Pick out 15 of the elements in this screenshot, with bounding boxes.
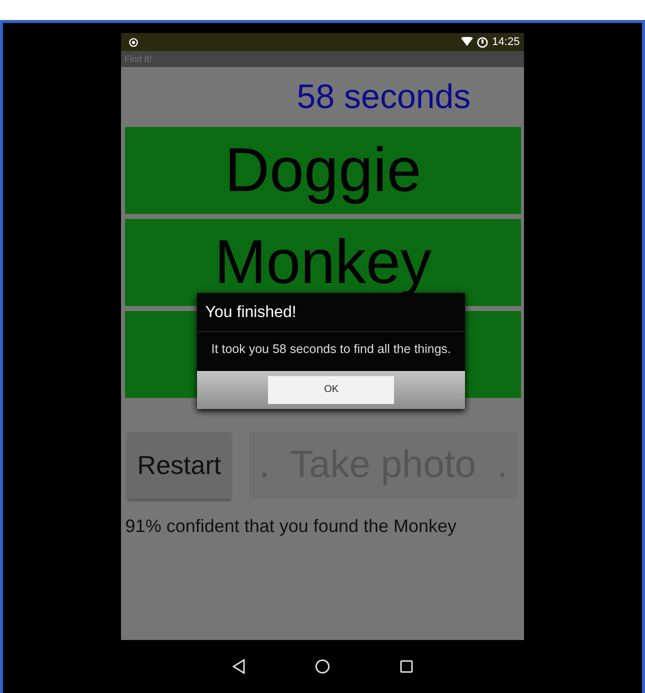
restart-button[interactable]: Restart [127,432,232,499]
battery-saver-icon [477,36,488,48]
recents-icon[interactable] [400,660,413,673]
target-word[interactable]: Doggie [125,127,521,214]
ok-button[interactable]: OK [268,376,394,404]
result-text: 91% confident that you found the Monkey [125,515,458,538]
home-icon[interactable] [314,659,330,674]
dialog-message: It took you 58 seconds to find all the things. [210,341,452,358]
back-icon[interactable] [232,659,245,674]
target-word[interactable]: Monkey [125,219,521,306]
status-time: 14:25 [492,34,520,50]
notification-icon [129,38,138,46]
dialog-title: You finished! [197,293,466,332]
wifi-icon [461,37,474,47]
timer-text: 58 seconds [296,77,472,118]
